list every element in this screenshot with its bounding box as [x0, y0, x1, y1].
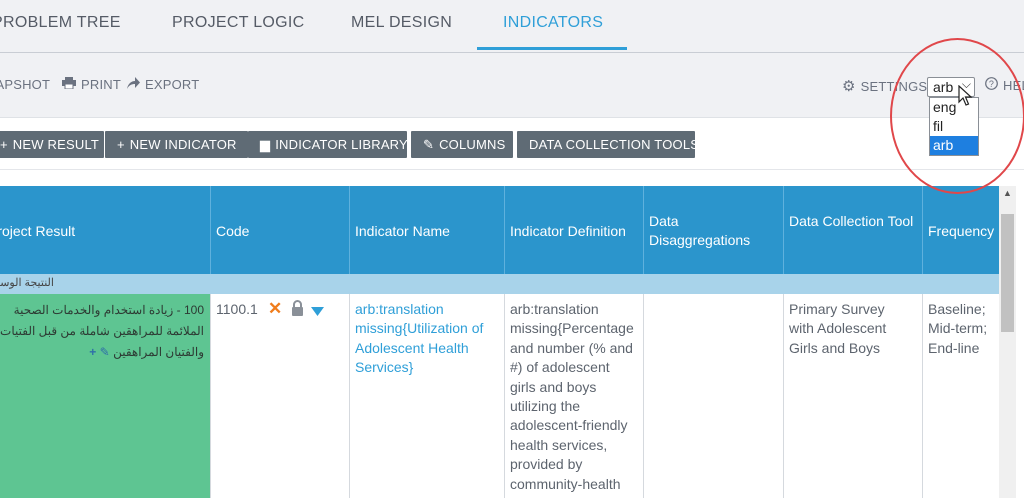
plus-icon: +	[0, 137, 8, 152]
snapshot-label: SNAPSHOT	[0, 77, 51, 92]
group-row: النتيجة الوسطى	[0, 274, 1000, 294]
active-tab-underline	[477, 47, 627, 50]
tab-mel-design[interactable]: MEL DESIGN	[351, 14, 452, 32]
tab-project-logic[interactable]: PROJECT LOGIC	[172, 14, 305, 32]
scrollbar-thumb[interactable]	[1001, 214, 1014, 332]
indicator-library-label: INDICATOR LIBRARY	[275, 137, 408, 152]
columns-label: COLUMNS	[439, 137, 506, 152]
print-label: PRINT	[81, 77, 121, 92]
column-header-frequency[interactable]: Frequency	[923, 186, 1000, 274]
mouse-cursor-icon	[958, 84, 974, 112]
code-value: 1100.1	[216, 301, 258, 317]
cell-frequency: Baseline; Mid-term; End-line	[923, 294, 1000, 498]
data-collection-tools-label: DATA COLLECTION TOOLS	[529, 137, 700, 152]
tab-problem-tree[interactable]: PROBLEM TREE	[0, 14, 121, 32]
new-result-label: NEW RESULT	[12, 137, 100, 152]
tab-indicators[interactable]: INDICATORS	[503, 14, 603, 32]
indicator-definition-text: arb:translation missing{Percentage and n…	[510, 301, 634, 498]
frequency-text: Baseline; Mid-term; End-line	[928, 301, 988, 356]
data-collection-tool-text: Primary Survey with Adolescent Girls and…	[789, 301, 887, 356]
new-indicator-label: NEW INDICATOR	[129, 137, 237, 152]
export-link[interactable]: EXPORT	[127, 77, 199, 92]
cell-indicator-definition: arb:translation missing{Percentage and n…	[505, 294, 644, 498]
cell-data-disaggregations	[644, 294, 784, 498]
plus-icon: +	[117, 137, 125, 152]
share-arrow-icon	[127, 77, 140, 92]
column-header-project-result[interactable]: Project Result	[0, 186, 211, 274]
column-header-indicator-definition[interactable]: Indicator Definition	[505, 186, 644, 274]
column-header-data-collection-tool[interactable]: Data Collection Tool	[784, 186, 923, 274]
edit-pencil-icon[interactable]: ✎	[100, 345, 110, 359]
cell-project-result[interactable]: 100 - زيادة استخدام والخدمات الصحية المل…	[0, 294, 211, 498]
indicator-name-link[interactable]: arb:translation missing{Utilization of A…	[355, 300, 500, 378]
export-label: EXPORT	[145, 77, 200, 92]
cell-indicator-name[interactable]: arb:translation missing{Utilization of A…	[350, 294, 505, 498]
print-icon	[62, 77, 76, 92]
pencil-icon: ✎	[423, 137, 435, 152]
snapshot-link[interactable]: SNAPSHOT	[0, 77, 50, 92]
toolbar: SNAPSHOT PRINT EXPORT ⚙SETTINGS arb ⌵ ? …	[0, 53, 1024, 118]
data-collection-tools-button[interactable]: DATA COLLECTION TOOLS	[517, 131, 699, 158]
indicators-table: Project Result Code Indicator Name Indic…	[0, 186, 1000, 498]
result-text: 100 - زيادة استخدام والخدمات الصحية المل…	[0, 303, 204, 359]
column-header-data-disaggregations[interactable]: Data Disaggregations	[644, 186, 784, 274]
vertical-scrollbar[interactable]: ▲	[999, 186, 1016, 498]
caret-down-icon[interactable]	[311, 302, 324, 321]
action-bar: + NEW RESULT + NEW INDICATOR ▆ INDICATOR LI…	[0, 118, 1024, 170]
delete-x-icon[interactable]: ✕	[268, 299, 282, 318]
tab-bar: PROBLEM TREE PROJECT LOGIC MEL DESIGN IN…	[0, 0, 1024, 53]
book-icon: ▆	[260, 137, 271, 152]
cell-code: 1100.1 ✕	[211, 294, 350, 498]
cell-data-collection-tool: Primary Survey with Adolescent Girls and…	[784, 294, 923, 498]
lock-icon[interactable]	[291, 300, 304, 321]
new-result-button[interactable]: + NEW RESULT	[0, 131, 104, 158]
highlight-circle	[890, 38, 1024, 194]
add-plus-icon[interactable]: +	[89, 345, 96, 359]
columns-button[interactable]: ✎ COLUMNS	[411, 131, 513, 158]
column-header-indicator-name[interactable]: Indicator Name	[350, 186, 505, 274]
gear-icon: ⚙	[842, 78, 856, 95]
print-link[interactable]: PRINT	[62, 77, 121, 92]
column-header-code[interactable]: Code	[211, 186, 350, 274]
indicator-library-button[interactable]: ▆ INDICATOR LIBRARY	[248, 131, 408, 158]
group-label: النتيجة الوسطى	[0, 277, 54, 289]
scroll-up-arrow-icon[interactable]: ▲	[1003, 188, 1012, 198]
new-indicator-button[interactable]: + NEW INDICATOR	[105, 131, 248, 158]
